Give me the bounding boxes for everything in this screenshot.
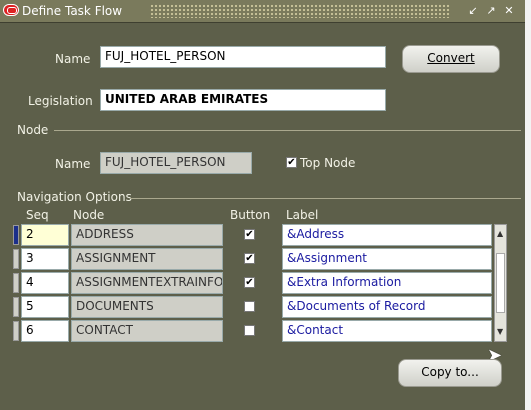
convert-button-label: Convert bbox=[427, 51, 475, 65]
node-cell[interactable]: DOCUMENTS bbox=[71, 296, 223, 318]
nav-section-title: Navigation Options bbox=[17, 190, 132, 204]
seq-field[interactable]: 4 bbox=[21, 272, 69, 294]
label-field[interactable]: &Documents of Record bbox=[282, 296, 492, 318]
row-selector[interactable] bbox=[13, 225, 19, 245]
top-node-label: Top Node bbox=[300, 156, 356, 170]
node-cell[interactable]: ADDRESS bbox=[71, 224, 223, 246]
button-checkbox[interactable]: ✔ bbox=[244, 277, 255, 288]
top-node-checkbox[interactable]: ✔ bbox=[286, 157, 297, 168]
button-checkbox[interactable] bbox=[244, 301, 255, 312]
node-cell[interactable]: ASSIGNMENT bbox=[71, 248, 223, 270]
node-name-label: Name bbox=[55, 157, 91, 171]
vertical-scrollbar[interactable]: ▲ ▼ bbox=[494, 224, 507, 342]
label-header: Label bbox=[286, 208, 319, 222]
button-header: Button bbox=[230, 208, 271, 222]
legislation-label: Legislation bbox=[28, 94, 93, 108]
window-body: Name FUJ_HOTEL_PERSON Convert Legislatio… bbox=[4, 23, 521, 407]
nav-separator bbox=[130, 198, 521, 199]
seq-header: Seq bbox=[26, 208, 49, 222]
resize-icon[interactable]: ↙ bbox=[466, 4, 480, 18]
seq-field[interactable]: 5 bbox=[21, 296, 69, 318]
convert-button[interactable]: Convert bbox=[402, 45, 500, 73]
node-name-field: FUJ_HOTEL_PERSON bbox=[100, 152, 252, 174]
task-flow-window: Define Task Flow ↙ ↗ ✕ Name FUJ_HOTEL_PE… bbox=[0, 0, 525, 410]
background-window-edge bbox=[525, 0, 531, 410]
node-section-title: Node bbox=[17, 123, 49, 137]
row-selector[interactable] bbox=[13, 273, 19, 293]
node-separator bbox=[54, 130, 521, 131]
seq-field[interactable]: 3 bbox=[21, 248, 69, 270]
close-icon[interactable]: ✕ bbox=[502, 4, 516, 18]
scroll-down-icon[interactable]: ▼ bbox=[497, 327, 503, 336]
title-bar[interactable]: Define Task Flow ↙ ↗ ✕ bbox=[0, 0, 525, 23]
row-selector[interactable] bbox=[13, 249, 19, 269]
scroll-thumb[interactable] bbox=[496, 253, 505, 313]
seq-field[interactable]: 2 bbox=[21, 224, 69, 246]
node-cell[interactable]: ASSIGNMENTEXTRAINFO bbox=[71, 272, 223, 294]
button-checkbox[interactable]: ✔ bbox=[244, 253, 255, 264]
label-field[interactable]: &Extra Information bbox=[282, 272, 492, 294]
button-checkbox[interactable]: ✔ bbox=[244, 229, 255, 240]
node-cell[interactable]: CONTACT bbox=[71, 320, 223, 342]
row-selector[interactable] bbox=[13, 297, 19, 317]
label-field[interactable]: &Assignment bbox=[282, 248, 492, 270]
title-bar-pattern bbox=[150, 4, 450, 18]
window-title: Define Task Flow bbox=[22, 4, 123, 18]
label-field[interactable]: &Contact bbox=[282, 320, 492, 342]
oracle-icon bbox=[3, 4, 19, 16]
row-selector[interactable] bbox=[13, 321, 19, 341]
name-field[interactable]: FUJ_HOTEL_PERSON bbox=[100, 46, 386, 68]
copy-to-button[interactable]: Copy to... bbox=[398, 359, 502, 387]
maximize-icon[interactable]: ↗ bbox=[484, 4, 498, 18]
legislation-field[interactable]: UNITED ARAB EMIRATES bbox=[100, 89, 386, 111]
scroll-up-icon[interactable]: ▲ bbox=[497, 229, 503, 238]
button-checkbox[interactable] bbox=[244, 325, 255, 336]
name-label: Name bbox=[55, 52, 91, 66]
seq-field[interactable]: 6 bbox=[21, 320, 69, 342]
node-header: Node bbox=[73, 208, 105, 222]
label-field[interactable]: &Address bbox=[282, 224, 492, 246]
